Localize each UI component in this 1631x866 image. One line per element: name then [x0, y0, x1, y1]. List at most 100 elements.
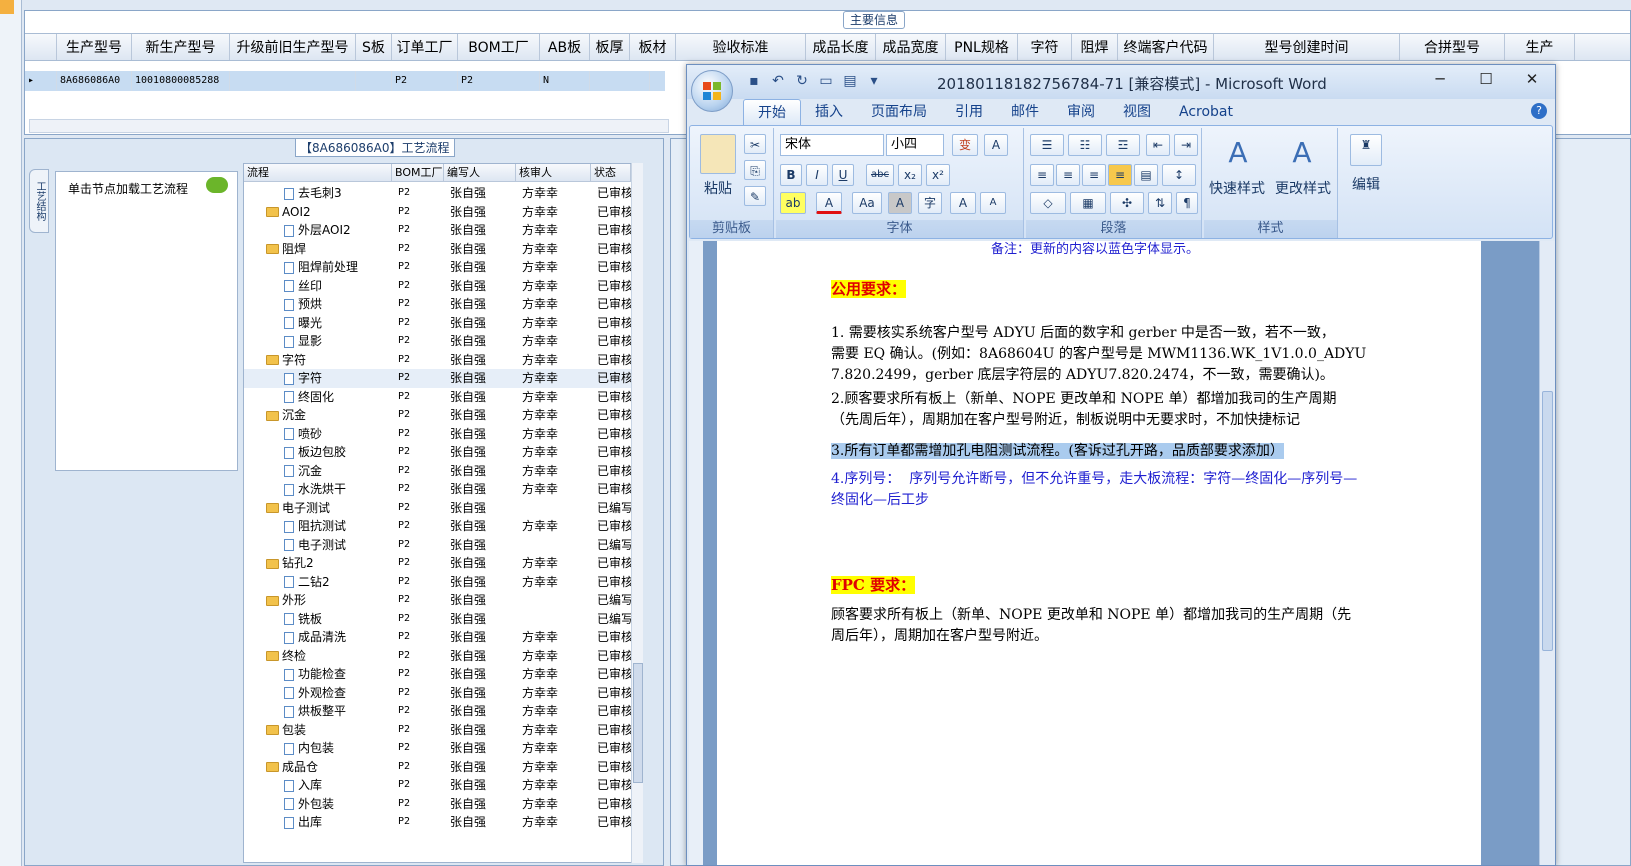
- bullets-icon[interactable]: ☰: [1030, 134, 1064, 156]
- shrink-font-button[interactable]: A: [980, 192, 1006, 214]
- tree-row[interactable]: 外形 P2 张自强 已编写: [244, 591, 642, 610]
- grid-col-header[interactable]: 字符: [1018, 34, 1072, 60]
- grid-corner[interactable]: [25, 34, 57, 60]
- tree-node[interactable]: 曝光: [244, 314, 392, 333]
- tree-row[interactable]: 预烘 P2 张自强 方幸幸 已审核: [244, 295, 642, 314]
- shading-icon[interactable]: ◇: [1030, 192, 1066, 214]
- subscript-button[interactable]: x₂: [898, 164, 922, 186]
- cell-ab[interactable]: N: [540, 71, 590, 91]
- tree-node[interactable]: 阻抗测试: [244, 517, 392, 536]
- grid-col-header[interactable]: 成品宽度: [876, 34, 946, 60]
- tree-row[interactable]: 终检 P2 张自强 方幸幸 已审核: [244, 647, 642, 666]
- tree-node[interactable]: 烘板整平: [244, 702, 392, 721]
- quick-styles-button[interactable]: 快速样式: [1204, 178, 1270, 198]
- process-tree[interactable]: 流程 BOM工厂 编写人 核审人 状态 去毛刺3 P2 张自强 方幸幸 已审核 AOI2 P…: [243, 163, 643, 863]
- tree-node[interactable]: 沉金: [244, 462, 392, 481]
- cell-new-model[interactable]: 10010800085288: [132, 71, 230, 91]
- tree-node[interactable]: 内包装: [244, 739, 392, 758]
- line-spacing-icon[interactable]: ↕: [1162, 164, 1196, 186]
- underline-button[interactable]: U: [832, 164, 854, 186]
- tree-row[interactable]: 字符 P2 张自强 方幸幸 已审核: [244, 369, 642, 388]
- tree-row[interactable]: 出库 P2 张自强 方幸幸 已审核: [244, 813, 642, 832]
- col-checker[interactable]: 核审人: [516, 164, 591, 181]
- tree-row[interactable]: 外观检查 P2 张自强 方幸幸 已审核: [244, 684, 642, 703]
- save-icon[interactable]: ▪: [745, 73, 763, 89]
- tree-scroll-thumb[interactable]: [633, 663, 643, 783]
- doc-paragraph-3[interactable]: 3.所有订单都需增加孔电阻测试流程。(客诉过孔开路，品质部要求添加）: [831, 441, 1284, 462]
- grid-col-header[interactable]: 板材: [630, 34, 676, 60]
- tree-row[interactable]: 沉金 P2 张自强 方幸幸 已审核: [244, 462, 642, 481]
- process-structure-tab[interactable]: 工艺结构: [29, 169, 49, 233]
- print-preview-icon[interactable]: ▤: [841, 73, 859, 89]
- tree-row[interactable]: 入库 P2 张自强 方幸幸 已审核: [244, 776, 642, 795]
- tree-row[interactable]: 外层AOI2 P2 张自强 方幸幸 已审核: [244, 221, 642, 240]
- tree-row[interactable]: 烘板整平 P2 张自强 方幸幸 已审核: [244, 702, 642, 721]
- ribbon-tab[interactable]: 审阅: [1053, 99, 1109, 125]
- cell-old-model[interactable]: [230, 71, 356, 91]
- tree-node[interactable]: 外观检查: [244, 684, 392, 703]
- col-bom[interactable]: BOM工厂: [392, 164, 444, 181]
- enclose-char-icon[interactable]: 字: [918, 192, 942, 214]
- edit-button[interactable]: 编辑: [1342, 174, 1390, 194]
- tree-row[interactable]: 显影 P2 张自强 方幸幸 已审核: [244, 332, 642, 351]
- col-flow[interactable]: 流程: [244, 164, 392, 181]
- justify-icon[interactable]: ≡: [1108, 164, 1132, 186]
- col-status[interactable]: 状态: [591, 164, 631, 181]
- doc-paragraph-2[interactable]: 2.顾客要求所有板上（新单、NOPE 更改单和 NOPE 单）都增加我司的生产周…: [831, 389, 1391, 431]
- grid-col-header[interactable]: 生产型号: [57, 34, 132, 60]
- grid-col-header[interactable]: S板: [356, 34, 392, 60]
- doc-heading-fpc[interactable]: FPC 要求：: [831, 575, 916, 597]
- format-painter-icon[interactable]: ✎: [744, 186, 766, 206]
- document-page[interactable]: 备注：更新的内容以蓝色字体显示。 公用要求： 1. 需要核实系统客户型号 ADY…: [717, 241, 1481, 865]
- tree-node[interactable]: 外包装: [244, 795, 392, 814]
- grid-col-header[interactable]: AB板: [540, 34, 590, 60]
- grid-col-header[interactable]: 升级前旧生产型号: [230, 34, 356, 60]
- ribbon-tab[interactable]: 邮件: [997, 99, 1053, 125]
- tree-node[interactable]: 预烘: [244, 295, 392, 314]
- highlight-icon[interactable]: ab: [780, 192, 806, 214]
- redo-icon[interactable]: ↻: [793, 73, 811, 89]
- ribbon-tab[interactable]: 引用: [941, 99, 997, 125]
- tree-row[interactable]: 钻孔2 P2 张自强 方幸幸 已审核: [244, 554, 642, 573]
- cell-s-board[interactable]: [356, 71, 392, 91]
- tree-node[interactable]: 终固化: [244, 388, 392, 407]
- tree-row[interactable]: 曝光 P2 张自强 方幸幸 已审核: [244, 314, 642, 333]
- doc-paragraph-1[interactable]: 1. 需要核实系统客户型号 ADYU 后面的数字和 gerber 中是否一致，若…: [831, 323, 1391, 386]
- tree-node[interactable]: 成品仓: [244, 758, 392, 777]
- paste-icon[interactable]: [700, 134, 736, 174]
- decrease-indent-icon[interactable]: ⇤: [1146, 134, 1170, 156]
- tree-node[interactable]: 喷砂: [244, 425, 392, 444]
- distributed-icon[interactable]: ▤: [1134, 164, 1158, 186]
- tree-row[interactable]: 二钻2 P2 张自强 方幸幸 已审核: [244, 573, 642, 592]
- doc-heading-common[interactable]: 公用要求：: [831, 279, 907, 301]
- tree-node[interactable]: 外形: [244, 591, 392, 610]
- numbering-icon[interactable]: ☷: [1068, 134, 1102, 156]
- tree-node[interactable]: 钻孔2: [244, 554, 392, 573]
- align-right-icon[interactable]: ≡: [1082, 164, 1106, 186]
- doc-paragraph-5[interactable]: 顾客要求所有板上（新单、NOPE 更改单和 NOPE 单）都增加我司的生产周期（…: [831, 605, 1391, 647]
- cell-order-factory[interactable]: P2: [392, 71, 458, 91]
- document-scroll-thumb[interactable]: [1542, 391, 1553, 651]
- col-writer[interactable]: 编写人: [444, 164, 516, 181]
- char-border-icon[interactable]: A: [984, 134, 1008, 156]
- superscript-button[interactable]: x²: [926, 164, 950, 186]
- tree-row[interactable]: 板边包胶 P2 张自强 方幸幸 已审核: [244, 443, 642, 462]
- tree-node[interactable]: 出库: [244, 813, 392, 832]
- grid-col-header[interactable]: 终端客户代码: [1118, 34, 1214, 60]
- ribbon-tab[interactable]: Acrobat: [1165, 99, 1247, 125]
- grid-col-header[interactable]: 生产: [1505, 34, 1575, 60]
- tree-node[interactable]: 成品清洗: [244, 628, 392, 647]
- sort-icon[interactable]: ⇅: [1148, 192, 1172, 214]
- doc-paragraph-4[interactable]: 4.序列号： 序列号允许断号，但不允许重号，走大板流程：字符—终固化—序列号— …: [831, 469, 1391, 511]
- grid-col-header[interactable]: 阻焊: [1072, 34, 1118, 60]
- cell-bom-factory[interactable]: P2: [458, 71, 540, 91]
- document-area[interactable]: 备注：更新的内容以蓝色字体显示。 公用要求： 1. 需要核实系统客户型号 ADY…: [703, 241, 1539, 865]
- tree-node[interactable]: 外层AOI2: [244, 221, 392, 240]
- grid-col-header[interactable]: 验收标准: [676, 34, 806, 60]
- doc-note[interactable]: 备注：更新的内容以蓝色字体显示。: [991, 241, 1199, 260]
- tree-node[interactable]: 显影: [244, 332, 392, 351]
- tree-node[interactable]: 入库: [244, 776, 392, 795]
- font-size-select[interactable]: 小四: [886, 134, 944, 156]
- grid-col-header[interactable]: 新生产型号: [132, 34, 230, 60]
- tree-node[interactable]: 沉金: [244, 406, 392, 425]
